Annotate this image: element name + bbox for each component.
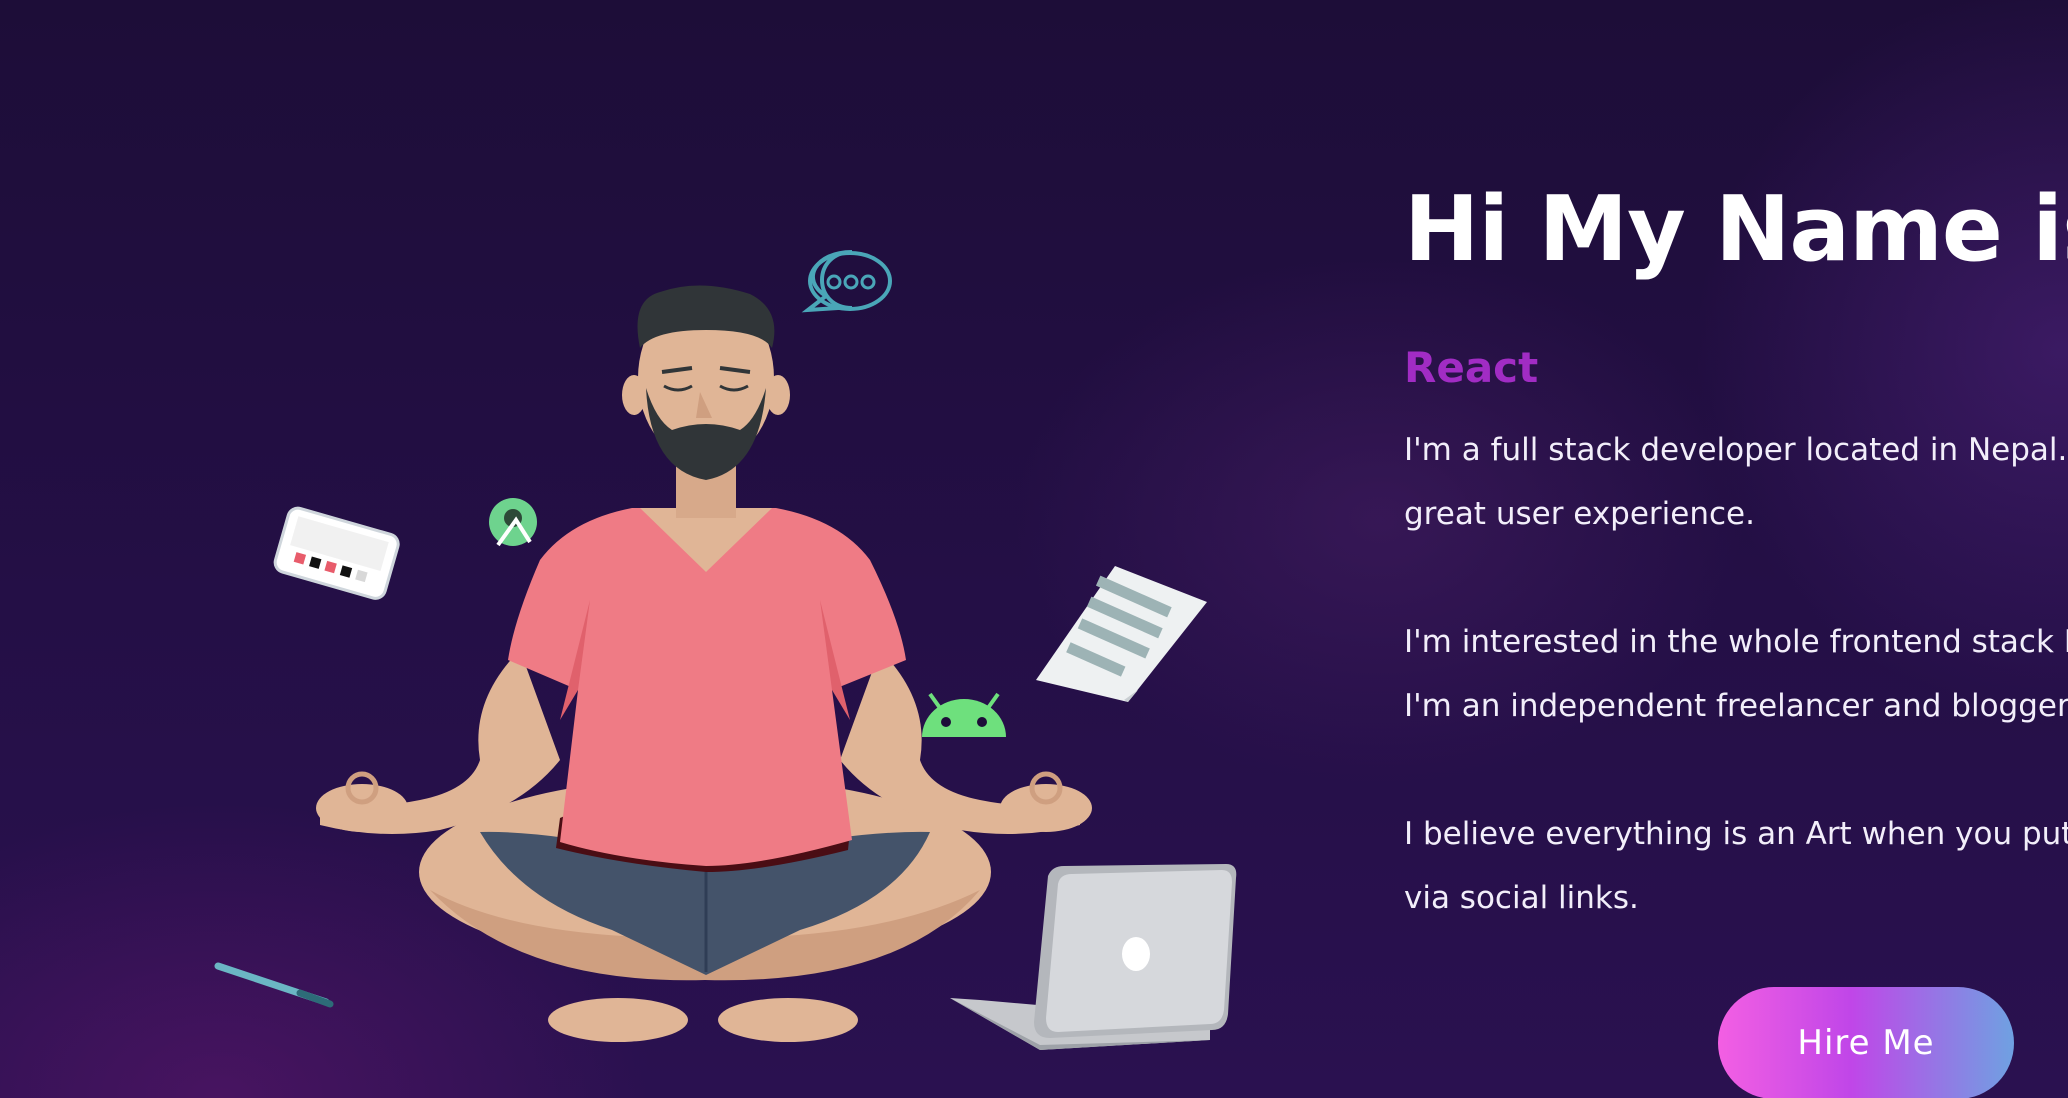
bio-gap	[1404, 738, 2068, 802]
android-icon	[922, 692, 1006, 737]
bio-line: I'm interested in the whole frontend sta…	[1404, 624, 2068, 660]
document-icon	[1036, 566, 1207, 702]
bio-line: I believe everything is an Art when you …	[1404, 816, 2068, 852]
greeting-heading: Hi My Name is Ay	[1404, 177, 2068, 282]
android-studio-icon	[489, 498, 537, 547]
pen-icon	[214, 962, 334, 1008]
phone-mockup	[273, 506, 400, 600]
bio-gap	[1404, 546, 2068, 610]
laptop-icon	[950, 864, 1237, 1050]
bio-line: I'm a full stack developer located in Ne…	[1404, 432, 2068, 468]
bio-paragraph: I'm a full stack developer located in Ne…	[1404, 418, 2068, 930]
hire-me-button[interactable]: Hire Me	[1718, 987, 2014, 1098]
hero-illustration	[0, 0, 1280, 1098]
chat-bubble-icon	[801, 250, 892, 313]
meditating-man	[316, 285, 1092, 1042]
intro-section: Hi My Name is Ay React I'm a full stack …	[1404, 0, 2068, 1098]
bio-line: great user experience.	[1404, 496, 1755, 532]
bio-line: via social links.	[1404, 880, 1639, 916]
role-text: React	[1404, 343, 1539, 392]
bio-line: I'm an independent freelancer and blogge…	[1404, 688, 2068, 724]
